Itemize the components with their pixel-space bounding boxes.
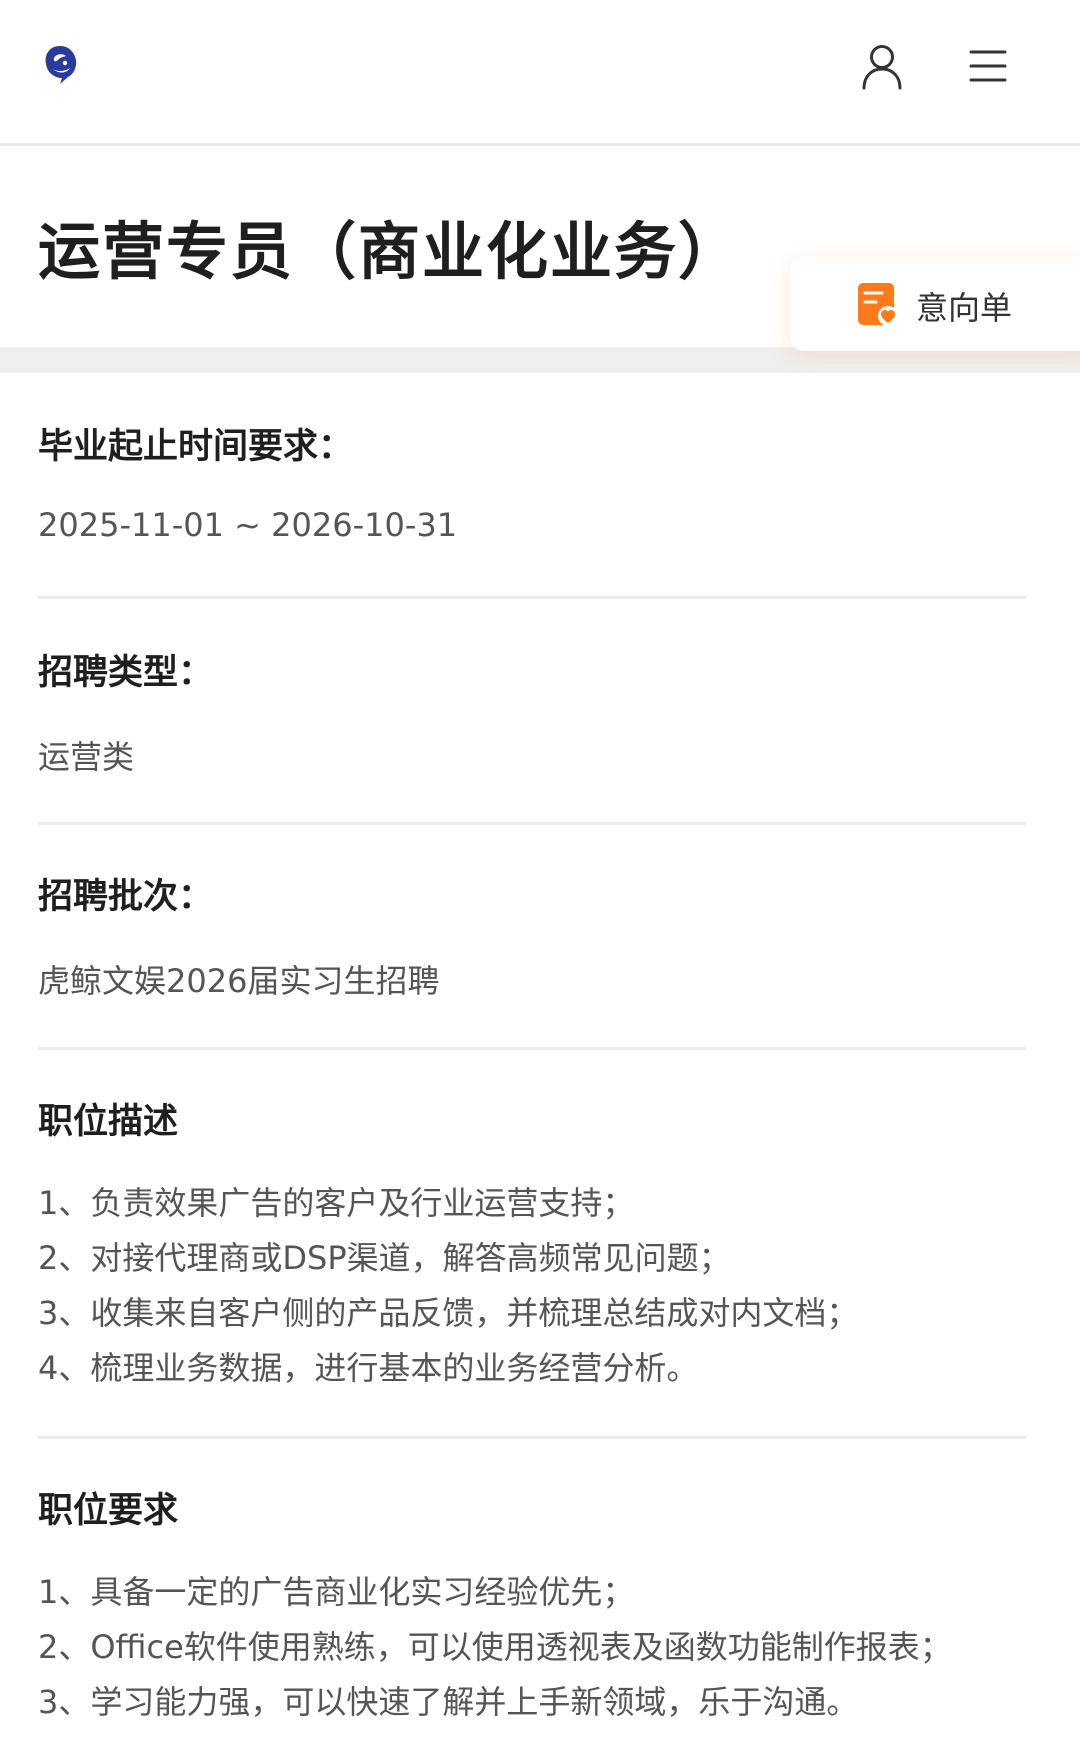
job-detail-content <box>0 373 1080 1759</box>
whale-logo-icon[interactable] <box>40 42 80 86</box>
requirements-title: 职位要求 <box>38 1491 179 1531</box>
job-title: 运营专员（商业化业务） <box>38 215 743 288</box>
divider <box>38 1047 1026 1050</box>
list-item: 2、对接代理商或DSP渠道，解答高频常见问题； <box>38 1239 731 1277</box>
divider <box>38 596 1026 599</box>
list-item: 1、具备一定的广告商业化实习经验优先； <box>38 1573 635 1611</box>
graduation-section: 毕业起止时间要求： 2025-11-01 ~ 2026-10-31 <box>38 418 1026 544</box>
menu-icon[interactable] <box>962 40 1014 92</box>
divider <box>38 822 1026 825</box>
graduation-title: 毕业起止时间要求： <box>38 427 354 467</box>
list-item: 4、梳理业务数据，进行基本的业务经营分析。 <box>38 1349 699 1387</box>
batch-title: 招聘批次： <box>38 877 214 917</box>
job-detail-page: 运营专员（商业化业务） 意向单 毕业起止时间要求： 2025-11-01 ~ 2… <box>0 0 1080 1759</box>
intent-list-button[interactable]: 意向单 <box>790 257 1080 351</box>
list-item: 1、负责效果广告的客户及行业运营支持； <box>38 1184 635 1222</box>
user-icon[interactable] <box>856 40 908 92</box>
list-item: 3、学习能力强，可以快速了解并上手新领域，乐于沟通。 <box>38 1683 859 1721</box>
batch-section: 招聘批次： 虎鲸文娱2026届实习生招聘 <box>38 868 1026 1000</box>
list-item: 3、收集来自客户侧的产品反馈，并梳理总结成对内文档； <box>38 1294 859 1332</box>
divider <box>38 1436 1026 1439</box>
description-list: 1、负责效果广告的客户及行业运营支持； 2、对接代理商或DSP渠道，解答高频常见… <box>38 1176 858 1396</box>
recruit-type-value: 运营类 <box>38 738 135 776</box>
requirements-section: 职位要求 1、具备一定的广告商业化实习经验优先； 2、Office软件使用熟练，… <box>38 1482 1026 1721</box>
graduation-value: 2025-11-01 ~ 2026-10-31 <box>38 506 458 544</box>
requirements-list: 1、具备一定的广告商业化实习经验优先； 2、Office软件使用熟练，可以使用透… <box>38 1565 952 1730</box>
list-item: 2、Office软件使用熟练，可以使用透视表及函数功能制作报表； <box>38 1628 952 1666</box>
intent-list-label: 意向单 <box>916 289 1013 327</box>
recruit-type-section: 招聘类型： 运营类 <box>38 644 1026 776</box>
top-header <box>0 0 1080 146</box>
batch-value: 虎鲸文娱2026届实习生招聘 <box>38 962 440 1000</box>
recruit-type-title: 招聘类型： <box>38 653 214 693</box>
description-title: 职位描述 <box>38 1102 179 1142</box>
description-section: 职位描述 1、负责效果广告的客户及行业运营支持； 2、对接代理商或DSP渠道，解… <box>38 1093 1026 1387</box>
intent-list-icon <box>856 281 900 327</box>
